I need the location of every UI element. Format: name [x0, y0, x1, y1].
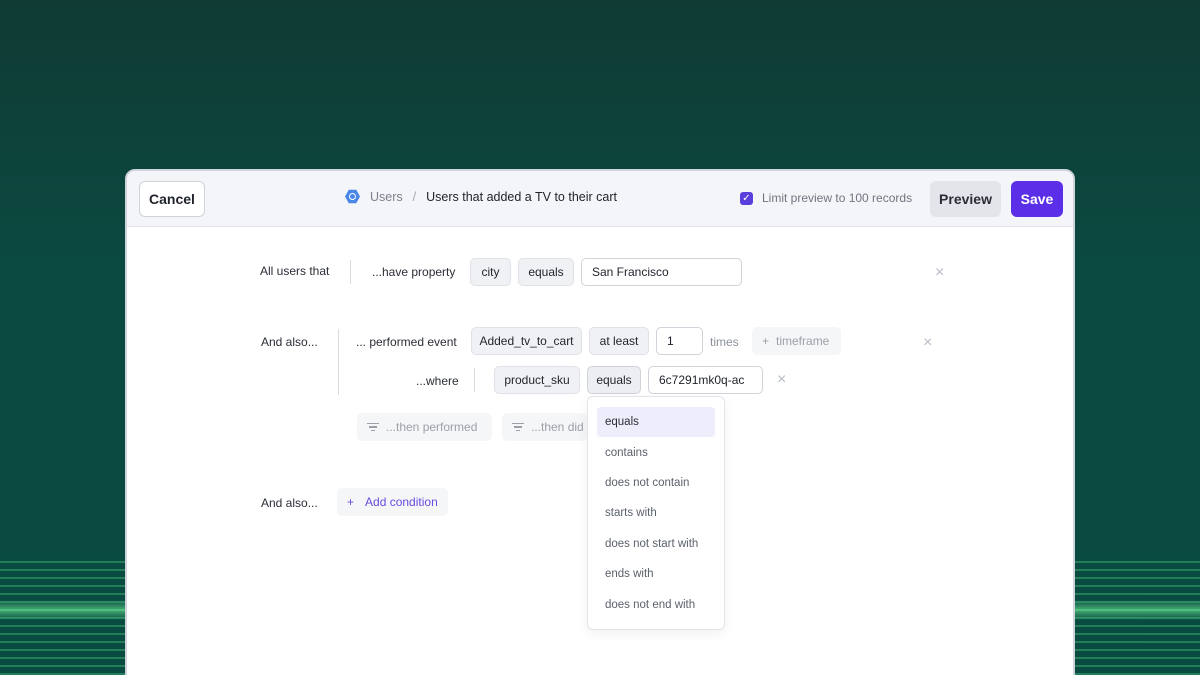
- timeframe-label: timeframe: [776, 334, 830, 348]
- operator-option-does-not-end-with[interactable]: does not end with: [597, 589, 715, 619]
- operator-option-starts-with[interactable]: starts with: [597, 498, 715, 528]
- where-value-input[interactable]: 6c7291mk0q-ac: [648, 366, 763, 394]
- breadcrumb: Users / Users that added a TV to their c…: [345, 189, 617, 204]
- then-did-button[interactable]: ...then did: [502, 413, 587, 441]
- operator-option-ends-with[interactable]: ends with: [597, 559, 715, 589]
- condition1-divider: [350, 260, 351, 284]
- condition2-remove-icon[interactable]: ×: [923, 335, 932, 351]
- condition1-operator-chip[interactable]: equals: [518, 258, 574, 286]
- breadcrumb-root[interactable]: Users: [370, 190, 403, 204]
- plus-icon: +: [347, 495, 355, 509]
- cancel-button[interactable]: Cancel: [139, 181, 205, 217]
- where-operator-chip[interactable]: equals: [587, 366, 641, 394]
- condition1-remove-icon[interactable]: ×: [935, 265, 944, 281]
- limit-preview-checkbox[interactable]: ✓: [740, 191, 753, 205]
- add-condition-button[interactable]: + Add condition: [337, 488, 448, 516]
- background-glow-band-right: [1075, 600, 1200, 620]
- operator-option-contains[interactable]: contains: [597, 437, 715, 467]
- condition2-verb[interactable]: ... performed event: [356, 335, 457, 349]
- condition1-property-chip[interactable]: city: [470, 258, 511, 286]
- condition1-prefix: All users that: [260, 264, 330, 278]
- save-button[interactable]: Save: [1011, 181, 1063, 217]
- plus-icon: +: [762, 334, 770, 348]
- where-label: ...where: [416, 374, 459, 388]
- where-property-chip[interactable]: product_sku: [494, 366, 580, 394]
- operator-option-does-not-start-with[interactable]: does not start with: [597, 529, 715, 559]
- segment-editor-window: Cancel Users / Users that added a TV to …: [125, 169, 1075, 675]
- condition3-prefix: And also...: [261, 496, 318, 510]
- then-performed-label: ...then performed: [386, 420, 478, 434]
- timeframe-button[interactable]: + timeframe: [752, 327, 841, 355]
- limit-preview-label: Limit preview to 100 records: [762, 191, 913, 205]
- condition2-prefix: And also...: [261, 335, 318, 349]
- top-bar: Cancel Users / Users that added a TV to …: [127, 171, 1073, 227]
- then-performed-button[interactable]: ...then performed: [357, 413, 492, 441]
- event-chip[interactable]: Added_tv_to_cart: [471, 327, 582, 355]
- operator-option-does-not-contain[interactable]: does not contain: [597, 468, 715, 498]
- count-input[interactable]: 1: [656, 327, 703, 355]
- condition1-verb[interactable]: ...have property: [372, 265, 455, 279]
- operator-dropdown: equals contains does not contain starts …: [587, 396, 725, 630]
- comparator-chip[interactable]: at least: [589, 327, 649, 355]
- breadcrumb-current: Users that added a TV to their cart: [426, 189, 617, 204]
- add-condition-label: Add condition: [365, 495, 438, 509]
- count-unit-label: times: [710, 335, 739, 349]
- then-did-label: ...then did: [531, 420, 584, 434]
- where-remove-icon[interactable]: ×: [777, 372, 786, 388]
- limit-preview-toggle[interactable]: ✓ Limit preview to 100 records: [740, 191, 912, 205]
- breadcrumb-separator: /: [412, 189, 417, 204]
- bigquery-icon: [345, 189, 360, 204]
- condition1-value-input[interactable]: San Francisco: [581, 258, 742, 286]
- preview-button[interactable]: Preview: [930, 181, 1001, 217]
- condition2-divider: [338, 329, 339, 395]
- where-divider: [474, 368, 475, 392]
- filter-icon: [512, 422, 524, 432]
- operator-option-equals[interactable]: equals: [597, 407, 715, 438]
- filter-icon: [367, 422, 379, 432]
- background-glow-band-left: [0, 600, 125, 620]
